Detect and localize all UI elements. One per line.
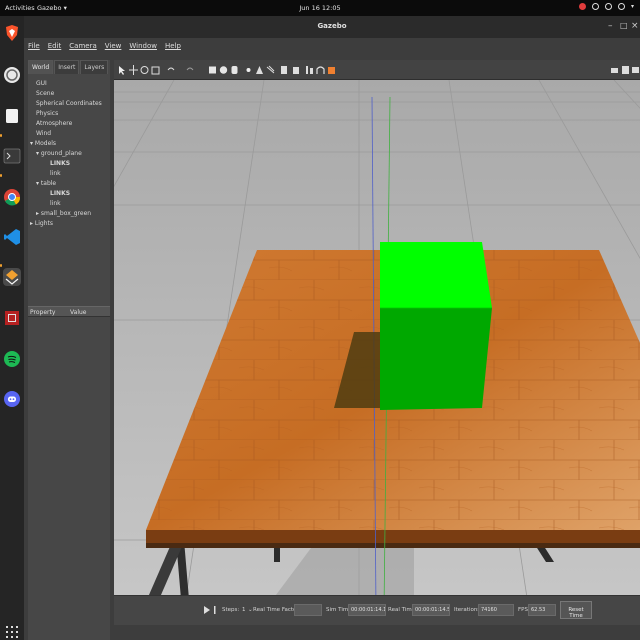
tree-item-table[interactable]: ▾ table: [36, 180, 56, 187]
box-shape-icon[interactable]: [208, 65, 217, 75]
tab-insert[interactable]: Insert: [54, 60, 80, 74]
tree-item-t-link[interactable]: link: [50, 200, 61, 207]
tray-chevron-icon[interactable]: ▾: [631, 3, 634, 10]
table-edge: [146, 530, 640, 545]
sim-time-field: 00:00:01:14.160: [348, 604, 386, 616]
tree-item-gp-links[interactable]: LINKS: [50, 160, 70, 167]
value-column-header[interactable]: Value: [70, 309, 86, 316]
minimize-icon[interactable]: –: [608, 21, 613, 31]
network-icon[interactable]: [591, 3, 599, 10]
log-icon[interactable]: [621, 65, 630, 75]
step-icon[interactable]: [214, 606, 218, 614]
gazebo-window: Gazebo – □ × File Edit Camera View Windo…: [24, 16, 640, 640]
left-panel-tabs: World Insert Layers: [28, 60, 110, 74]
tree-item-scene[interactable]: Scene: [36, 90, 54, 97]
close-icon[interactable]: ×: [631, 21, 639, 31]
screenshot-icon[interactable]: [327, 65, 336, 75]
spot-light-icon[interactable]: [255, 65, 264, 75]
tree-item-gui[interactable]: GUI: [36, 80, 47, 87]
tree-item-physics[interactable]: Physics: [36, 110, 58, 117]
property-column-header[interactable]: Property: [30, 309, 55, 316]
point-light-icon[interactable]: [244, 65, 253, 75]
redo-icon[interactable]: [186, 65, 195, 75]
discord-icon[interactable]: [3, 390, 21, 408]
window-title: Gazebo: [317, 22, 347, 30]
show-apps-icon[interactable]: [6, 626, 18, 638]
chrome-icon[interactable]: [3, 188, 21, 206]
cylinder-shape-icon[interactable]: [230, 65, 239, 75]
tree-item-atmosphere[interactable]: Atmosphere: [36, 120, 72, 127]
scene-render: [114, 80, 640, 611]
copy-icon[interactable]: [280, 65, 289, 75]
scale-mode-icon[interactable]: [151, 65, 160, 75]
tree-item-t-links[interactable]: LINKS: [50, 190, 70, 197]
tree-item-models[interactable]: ▾ Models: [30, 140, 56, 147]
menu-bar: File Edit Camera View Window Help: [24, 38, 640, 54]
simulation-status-bar: Steps: 1 ⌄ Real Time Factor: Sim Time: 0…: [114, 595, 640, 625]
terminal-icon[interactable]: [3, 147, 21, 165]
tree-item-spherical[interactable]: Spherical Coordinates: [36, 100, 102, 107]
menu-edit[interactable]: Edit: [48, 42, 62, 54]
sphere-shape-icon[interactable]: [219, 65, 228, 75]
blender-icon[interactable]: [3, 268, 21, 286]
fps-field: 62.53: [528, 604, 556, 616]
rotate-mode-icon[interactable]: [140, 65, 149, 75]
left-panel: World Insert Layers GUI Scene Spherical …: [28, 60, 110, 640]
steps-value[interactable]: 1: [242, 607, 246, 613]
select-mode-icon[interactable]: [118, 65, 127, 75]
tab-world[interactable]: World: [28, 60, 54, 74]
steps-label: Steps:: [222, 607, 240, 613]
iterations-field: 74160: [478, 604, 514, 616]
reset-time-button[interactable]: Reset Time: [560, 601, 592, 619]
green-box-top[interactable]: [380, 242, 492, 308]
menu-camera[interactable]: Camera: [69, 42, 96, 54]
title-bar[interactable]: Gazebo – □ ×: [24, 16, 640, 38]
dock: [0, 16, 24, 640]
steps-spinner-icon[interactable]: ⌄: [248, 607, 253, 613]
table-edge-shadow: [146, 543, 640, 548]
tree-item-wind[interactable]: Wind: [36, 130, 51, 137]
translate-mode-icon[interactable]: [129, 65, 138, 75]
brave-icon[interactable]: [3, 24, 21, 42]
toolbar: [114, 60, 640, 80]
menu-file[interactable]: File: [28, 42, 40, 54]
system-tray[interactable]: ▾: [578, 3, 634, 10]
app-icon[interactable]: [3, 309, 21, 327]
ubuntu-software-icon[interactable]: [3, 66, 21, 84]
tree-item-small-box[interactable]: ▸ small_box_green: [36, 210, 91, 217]
gnome-top-bar: Activities Gazebo ▾ Jun 16 12:05 ▾: [0, 0, 640, 16]
real-time-field: 00:00:01:14.530: [412, 604, 450, 616]
rtf-field: [294, 604, 322, 616]
spotify-icon[interactable]: [3, 350, 21, 368]
clock[interactable]: Jun 16 12:05: [0, 4, 640, 12]
menu-view[interactable]: View: [105, 42, 122, 54]
green-box-front[interactable]: [380, 308, 492, 410]
snap-icon[interactable]: [316, 65, 325, 75]
3d-viewport[interactable]: [114, 80, 640, 611]
tree-item-ground-plane[interactable]: ▾ ground_plane: [36, 150, 82, 157]
power-icon[interactable]: [617, 3, 625, 10]
paste-icon[interactable]: [291, 65, 300, 75]
tree-item-gp-link[interactable]: link: [50, 170, 61, 177]
volume-icon[interactable]: [604, 3, 612, 10]
record-video-icon[interactable]: [631, 65, 640, 75]
directional-light-icon[interactable]: [266, 65, 275, 75]
tree-item-lights[interactable]: ▸ Lights: [30, 220, 53, 227]
vscode-icon[interactable]: [3, 228, 21, 246]
tab-layers[interactable]: Layers: [80, 60, 109, 74]
camera-screenshot-icon[interactable]: [610, 65, 619, 75]
files-icon[interactable]: [3, 107, 21, 125]
undo-icon[interactable]: [166, 65, 175, 75]
play-icon[interactable]: [204, 606, 210, 614]
menu-help[interactable]: Help: [165, 42, 181, 54]
align-icon[interactable]: [305, 65, 314, 75]
maximize-icon[interactable]: □: [620, 21, 628, 31]
property-header: Property Value: [28, 306, 110, 317]
menu-window[interactable]: Window: [129, 42, 157, 54]
record-icon[interactable]: [578, 3, 586, 10]
